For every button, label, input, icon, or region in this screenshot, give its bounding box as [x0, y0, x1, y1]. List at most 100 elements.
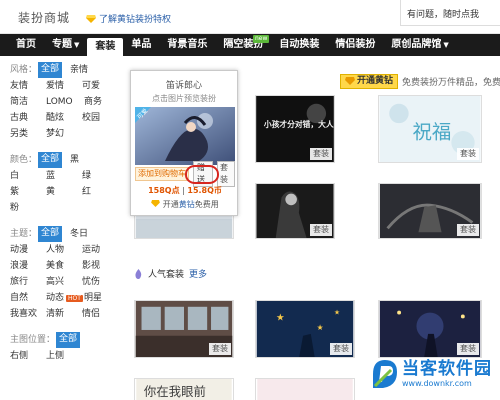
preview-hint: 点击图片预览装扮: [152, 94, 216, 103]
price-points: 158Q点: [148, 186, 180, 195]
suit-card[interactable]: ★ ★ ★ 套装: [255, 300, 355, 358]
suit-name: 笛诉郎心: [165, 81, 202, 91]
filter-option[interactable]: 明星: [84, 290, 120, 306]
more-link[interactable]: 更多: [189, 267, 207, 280]
suit-type-button[interactable]: 套装: [217, 161, 235, 187]
suit-card[interactable]: 套装: [255, 183, 335, 239]
open-diamond-button[interactable]: 开通黄钻: [340, 73, 399, 89]
filter-option[interactable]: 黑: [70, 152, 106, 168]
filter-option[interactable]: 商务: [84, 94, 120, 110]
filter-option[interactable]: 全部: [56, 332, 81, 348]
suit-preview-popup: 笛诉郎心 点击图片预览装扮 可爱 添加到购物车 赠送 套装 158Q点 | 15…: [130, 70, 238, 216]
filter-option[interactable]: 人物: [46, 242, 82, 258]
filter-option[interactable]: 自然: [10, 290, 46, 306]
nav-single[interactable]: 单品: [123, 34, 159, 56]
store-title: 装扮商城: [18, 11, 71, 25]
nav-couple[interactable]: 情侣装扮: [327, 34, 383, 56]
suit-card[interactable]: 小孩才分对错，大人只讲利弊。 套装: [255, 95, 335, 163]
filter-option[interactable]: 旅行: [10, 274, 46, 290]
nav-original-brand-label: 原创品牌馆: [391, 39, 442, 50]
offer-link[interactable]: 黄钻: [179, 200, 195, 209]
filter-option[interactable]: 动态 HOT: [46, 290, 84, 306]
filter-option[interactable]: 另类: [10, 126, 46, 142]
filter-option[interactable]: 校园: [82, 110, 118, 126]
filter-option[interactable]: 友情: [10, 78, 46, 94]
filter-option[interactable]: 可爱: [82, 78, 118, 94]
star-icon: ★: [334, 309, 340, 317]
card-caption: 祝福: [413, 121, 452, 144]
star-icon: ★: [276, 312, 285, 323]
suit-tag: 套装: [330, 343, 352, 355]
nav-suits[interactable]: 套装: [87, 38, 124, 56]
filter-option[interactable]: 白: [10, 168, 46, 184]
filter-option[interactable]: 情侣: [82, 306, 118, 322]
suit-card[interactable]: 套装: [378, 183, 482, 239]
filter-option[interactable]: 绿: [82, 168, 118, 184]
promo-bar: 开通黄钻 免费装扮万件精品，免费DIY: [340, 73, 500, 89]
suit-card[interactable]: 套装: [378, 300, 482, 358]
filter-option[interactable]: 酷炫: [46, 110, 82, 126]
filter-option[interactable]: 上侧: [46, 348, 82, 364]
suit-card[interactable]: 套装: [134, 300, 234, 358]
filter-option[interactable]: 冬日: [70, 226, 106, 242]
filter-panel: 风格： 全部 亲情 友情 爱情 可爱 简洁 LOMO 商务 古典 酷炫 校园 另…: [10, 62, 122, 364]
nav-topics[interactable]: 专题 ▼: [44, 34, 87, 56]
highlight-circle: [185, 165, 219, 184]
filter-option[interactable]: 运动: [82, 242, 118, 258]
filter-option[interactable]: 紫: [10, 184, 46, 200]
filter-option[interactable]: 梦幻: [46, 126, 82, 142]
suit-card[interactable]: 你在我眼前: [134, 378, 234, 400]
filter-option[interactable]: 我喜欢: [10, 306, 46, 322]
add-to-cart-button[interactable]: 添加到购物车: [135, 167, 189, 181]
open-diamond-label: 开通黄钻: [357, 75, 394, 86]
filter-option[interactable]: 全部: [38, 152, 63, 168]
section-title: 人气套装: [148, 270, 185, 280]
hot-badge: HOT: [66, 295, 83, 302]
nav-remote-dress[interactable]: 隔空装扮 new: [215, 34, 271, 56]
watermark-title: 当客软件园: [402, 358, 492, 379]
diamond-icon: [345, 77, 355, 85]
yellow-diamond-link[interactable]: 了解黄钻装扮特权: [86, 12, 171, 25]
watermark-logo: [373, 360, 397, 388]
suit-tag: 套装: [457, 148, 479, 160]
nav-original-brand[interactable]: 原创品牌馆 ▼: [383, 34, 456, 56]
filter-color: 颜色： 全部 黑 白 蓝 绿 紫 黄 红 粉: [10, 152, 122, 216]
filter-option[interactable]: 高兴: [46, 274, 82, 290]
filter-option[interactable]: 影视: [82, 258, 118, 274]
filter-option[interactable]: 右侧: [10, 348, 46, 364]
suit-tag: 套装: [457, 224, 479, 236]
filter-option[interactable]: 全部: [38, 226, 63, 242]
filter-option[interactable]: LOMO: [46, 94, 84, 110]
filter-option[interactable]: 粉: [10, 200, 46, 216]
filter-option[interactable]: 浪漫: [10, 258, 46, 274]
filter-option[interactable]: 古典: [10, 110, 46, 126]
filter-option[interactable]: 清新: [46, 306, 82, 322]
suit-card[interactable]: 祝福 套装: [378, 95, 482, 163]
filter-option[interactable]: 简洁: [10, 94, 46, 110]
star-icon: ★: [317, 323, 324, 332]
filter-option[interactable]: 亲情: [70, 62, 106, 78]
watermark-text: 当客软件园 www.downkr.com: [402, 358, 492, 388]
nav-home[interactable]: 首页: [8, 34, 44, 56]
filter-option[interactable]: 全部: [38, 62, 63, 78]
filter-option[interactable]: 忧伤: [82, 274, 118, 290]
filter-option[interactable]: 爱情: [46, 78, 82, 94]
filter-color-label: 颜色：: [10, 155, 38, 165]
nav-auto-change[interactable]: 自动换装: [271, 34, 327, 56]
suit-tag: 套装: [310, 148, 332, 160]
filter-option[interactable]: 美食: [46, 258, 82, 274]
filter-option[interactable]: 黄: [46, 184, 82, 200]
watermark-url: www.downkr.com: [402, 378, 472, 388]
open-diamond-offer[interactable]: 开通黄钻免费用: [131, 199, 239, 210]
filter-theme: 主题： 全部 冬日 动漫 人物 运动 浪漫 美食 影视 旅行 高兴 忧伤 自然 …: [10, 226, 122, 322]
suit-tag: 套装: [457, 343, 479, 355]
help-prompt[interactable]: 有问题，随时点我: [400, 0, 500, 26]
filter-option[interactable]: 蓝: [46, 168, 82, 184]
filter-position-label: 主图位置：: [10, 335, 56, 345]
filter-option[interactable]: 红: [82, 184, 118, 200]
price-line: 158Q点 | 15.8Q币: [131, 185, 239, 196]
nav-bgm[interactable]: 背景音乐: [159, 34, 215, 56]
filter-option[interactable]: 动漫: [10, 242, 46, 258]
suit-card[interactable]: [255, 378, 355, 400]
suit-tag: 套装: [209, 343, 231, 355]
